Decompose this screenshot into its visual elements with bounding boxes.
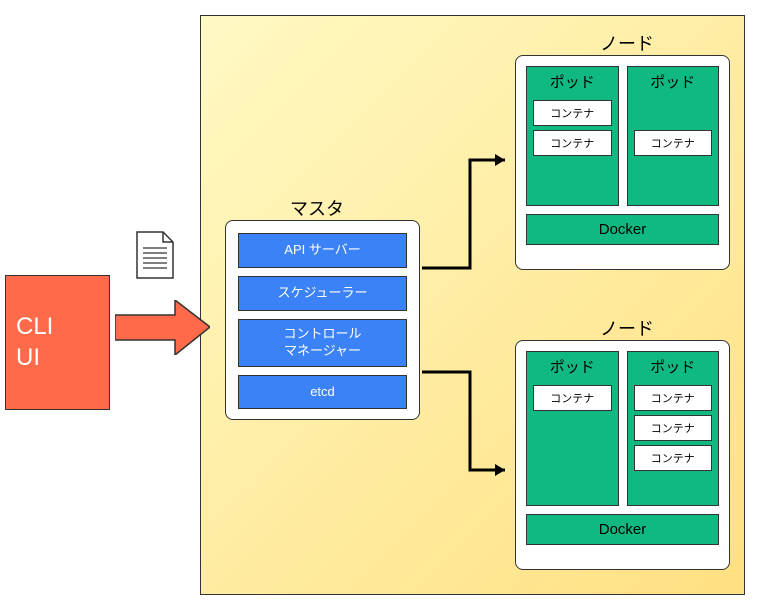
docker-box: Docker <box>526 214 719 245</box>
controller-manager-box: コントロール マネージャー <box>238 319 407 367</box>
node1-box: ポッド コンテナ コンテナ ポッド コンテナ Docker <box>515 55 730 270</box>
container-box: コンテナ <box>634 130 713 156</box>
arrow-to-node2-icon <box>420 370 520 480</box>
controller-line-2: マネージャー <box>243 343 402 360</box>
node2-label: ノード <box>600 315 654 341</box>
pod-label: ポッド <box>550 352 595 383</box>
arrow-to-node1-icon <box>420 150 520 270</box>
container-box: コンテナ <box>634 445 713 471</box>
master-label: マスタ <box>290 195 344 221</box>
cli-ui-box: CLI UI <box>5 275 110 410</box>
cli-label-2: UI <box>16 342 99 373</box>
docker-box: Docker <box>526 514 719 545</box>
node1-pod1: ポッド コンテナ コンテナ <box>526 66 619 206</box>
node1-label: ノード <box>600 30 654 56</box>
pod-label: ポッド <box>650 67 695 98</box>
container-box: コンテナ <box>634 385 713 411</box>
pod-label: ポッド <box>650 352 695 383</box>
input-arrow-icon <box>115 300 210 355</box>
container-box: コンテナ <box>533 130 612 156</box>
document-icon <box>135 230 175 280</box>
node1-pod2: ポッド コンテナ <box>627 66 720 206</box>
container-box: コンテナ <box>533 385 612 411</box>
node2-pod1: ポッド コンテナ <box>526 351 619 506</box>
container-box: コンテナ <box>634 415 713 441</box>
master-box: API サーバー スケジューラー コントロール マネージャー etcd <box>225 220 420 420</box>
cli-label-1: CLI <box>16 311 99 342</box>
controller-line-1: コントロール <box>243 326 402 343</box>
node2-pod2: ポッド コンテナ コンテナ コンテナ <box>627 351 720 506</box>
node2-box: ポッド コンテナ ポッド コンテナ コンテナ コンテナ Docker <box>515 340 730 570</box>
api-server-box: API サーバー <box>238 233 407 268</box>
scheduler-box: スケジューラー <box>238 276 407 311</box>
pod-label: ポッド <box>550 67 595 98</box>
container-box: コンテナ <box>533 100 612 126</box>
etcd-box: etcd <box>238 375 407 410</box>
